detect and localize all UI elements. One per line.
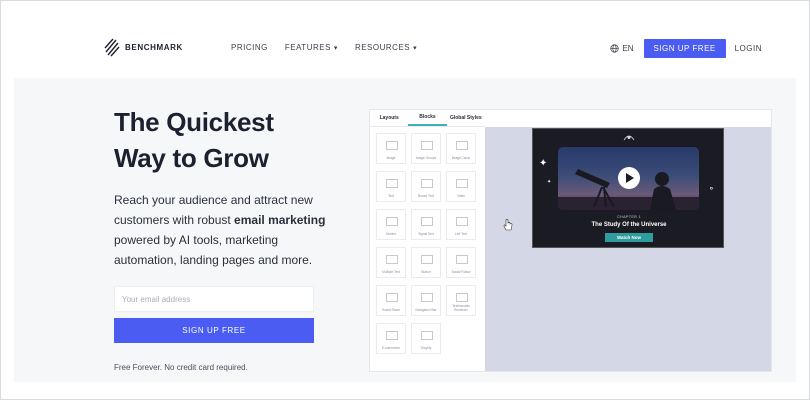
block-label: Image Groups — [415, 156, 437, 160]
block-icon — [386, 255, 398, 264]
block-label: Button — [421, 270, 431, 274]
nav-actions: EN SIGN UP FREE LOGIN — [610, 39, 762, 58]
block-label: Social Share — [381, 308, 401, 312]
nav-resources[interactable]: RESOURCES ▾ — [355, 43, 417, 52]
nav-features-label: FEATURES — [284, 43, 331, 52]
nav-pricing[interactable]: PRICING — [231, 43, 268, 52]
tab-global-styles[interactable]: Global Styles — [447, 110, 485, 126]
block-tile[interactable]: E-commerce — [376, 323, 406, 354]
block-label: Image Carou — [451, 156, 471, 160]
top-nav: BENCHMARK PRICING FEATURES ▾ RESOURCES ▾ E… — [1, 1, 809, 78]
block-icon — [456, 179, 468, 188]
chevron-down-icon: ▾ — [413, 44, 418, 52]
block-label: Boxed Text — [418, 194, 434, 198]
hero-description: Reach your audience and attract new cust… — [114, 190, 344, 270]
block-icon — [456, 217, 468, 226]
hero-title: The Quickest Way to Grow — [114, 104, 354, 176]
block-label: Image — [386, 156, 396, 160]
block-label: Left Text — [455, 232, 467, 236]
block-icon — [456, 141, 468, 150]
block-icon — [456, 293, 468, 302]
star-decoration-icon: ✦ — [539, 158, 548, 169]
block-icon — [421, 255, 433, 264]
star-decoration-icon: ✦ — [547, 179, 552, 185]
email-preview-card[interactable]: ✦ ⚬ ✦ CHAPTER 1 The Study Of the Univers… — [532, 128, 724, 248]
block-label: Video — [456, 194, 466, 198]
login-link[interactable]: LOGIN — [735, 44, 762, 53]
nav-features[interactable]: FEATURES ▾ — [285, 43, 338, 52]
globe-icon — [610, 44, 620, 53]
block-tile[interactable]: Button — [411, 247, 441, 278]
block-tile[interactable]: Video — [446, 171, 476, 202]
email-input[interactable]: Your email address — [114, 286, 314, 312]
block-icon — [421, 217, 433, 226]
block-tile[interactable]: Left Text — [446, 209, 476, 240]
block-tile[interactable]: Signal Text — [411, 209, 441, 240]
chapter-label: CHAPTER 1 — [616, 215, 641, 219]
lead-emphasis: email marketing — [234, 213, 326, 227]
block-icon — [421, 141, 433, 150]
block-icon — [386, 331, 398, 340]
block-tile[interactable]: Social Share — [376, 285, 406, 316]
tab-layouts[interactable]: Layouts — [370, 110, 408, 126]
block-icon — [386, 141, 398, 150]
chevron-down-icon: ▾ — [333, 44, 338, 52]
nav-signup-button[interactable]: SIGN UP FREE — [643, 39, 726, 58]
block-label: Navigation Bar — [415, 308, 437, 312]
language-selector[interactable]: EN — [610, 44, 634, 53]
block-icon — [386, 217, 398, 226]
brand-name: BENCHMARK — [125, 42, 183, 52]
watch-now-button[interactable]: Watch Now — [605, 233, 653, 242]
block-tile[interactable]: Social Follow — [446, 247, 476, 278]
video-thumbnail[interactable] — [558, 147, 699, 210]
block-label: Shopify — [420, 346, 432, 350]
language-label: EN — [622, 44, 634, 53]
block-label: Multiple Text — [382, 270, 400, 274]
block-icon — [421, 293, 433, 302]
email-placeholder: Your email address — [122, 294, 191, 304]
preview-title: The Study Of the Universe — [591, 222, 667, 228]
play-button-icon[interactable] — [618, 167, 640, 189]
planet-decoration-icon: ⚬ — [708, 184, 715, 193]
block-tile[interactable]: Shopify — [411, 323, 441, 354]
block-tile[interactable]: Boxed Text — [411, 171, 441, 202]
block-tile[interactable]: Image — [376, 133, 406, 164]
hand-cursor-icon — [503, 219, 513, 231]
nav-pricing-label: PRICING — [231, 43, 268, 52]
block-icon — [421, 331, 433, 340]
main-menu: PRICING FEATURES ▾ RESOURCES ▾ — [231, 43, 417, 52]
hero-title-line2: Way to Grow — [114, 143, 269, 173]
block-icon — [386, 293, 398, 302]
brand-logo[interactable]: BENCHMARK — [104, 37, 183, 57]
newsletter-logo-icon — [623, 135, 635, 141]
block-tile[interactable]: Multiple Text — [376, 247, 406, 278]
block-tile[interactable]: Testimonials Reminder — [446, 285, 476, 316]
block-tile[interactable]: Divider — [376, 209, 406, 240]
block-tile[interactable]: Navigation Bar — [411, 285, 441, 316]
block-label: E-commerce — [381, 346, 401, 350]
block-tile[interactable]: Image Groups — [411, 133, 441, 164]
blocks-palette: Image Image Groups Image Carou Text Boxe… — [376, 133, 481, 354]
block-label: Text — [388, 194, 394, 198]
editor-tabs: Layouts Blocks Global Styles — [370, 110, 485, 127]
block-icon — [421, 179, 433, 188]
benchmark-logo-icon — [104, 38, 120, 57]
block-label: Divider — [386, 232, 396, 236]
nav-resources-label: RESOURCES — [354, 43, 411, 52]
block-label: Social Follow — [451, 270, 471, 274]
signup-footnote: Free Forever. No credit card required. — [114, 363, 248, 372]
hero-signup-button[interactable]: SIGN UP FREE — [114, 318, 314, 343]
tab-blocks[interactable]: Blocks — [408, 110, 447, 126]
block-tile[interactable]: Text — [376, 171, 406, 202]
block-label: Signal Text — [418, 232, 434, 236]
block-icon — [456, 255, 468, 264]
lead-text-2: powered by AI tools, marketing automatio… — [114, 233, 313, 267]
hero-title-line1: The Quickest — [114, 107, 274, 137]
block-icon — [386, 179, 398, 188]
block-tile[interactable]: Image Carou — [446, 133, 476, 164]
block-label: Testimonials Reminder — [452, 304, 470, 312]
